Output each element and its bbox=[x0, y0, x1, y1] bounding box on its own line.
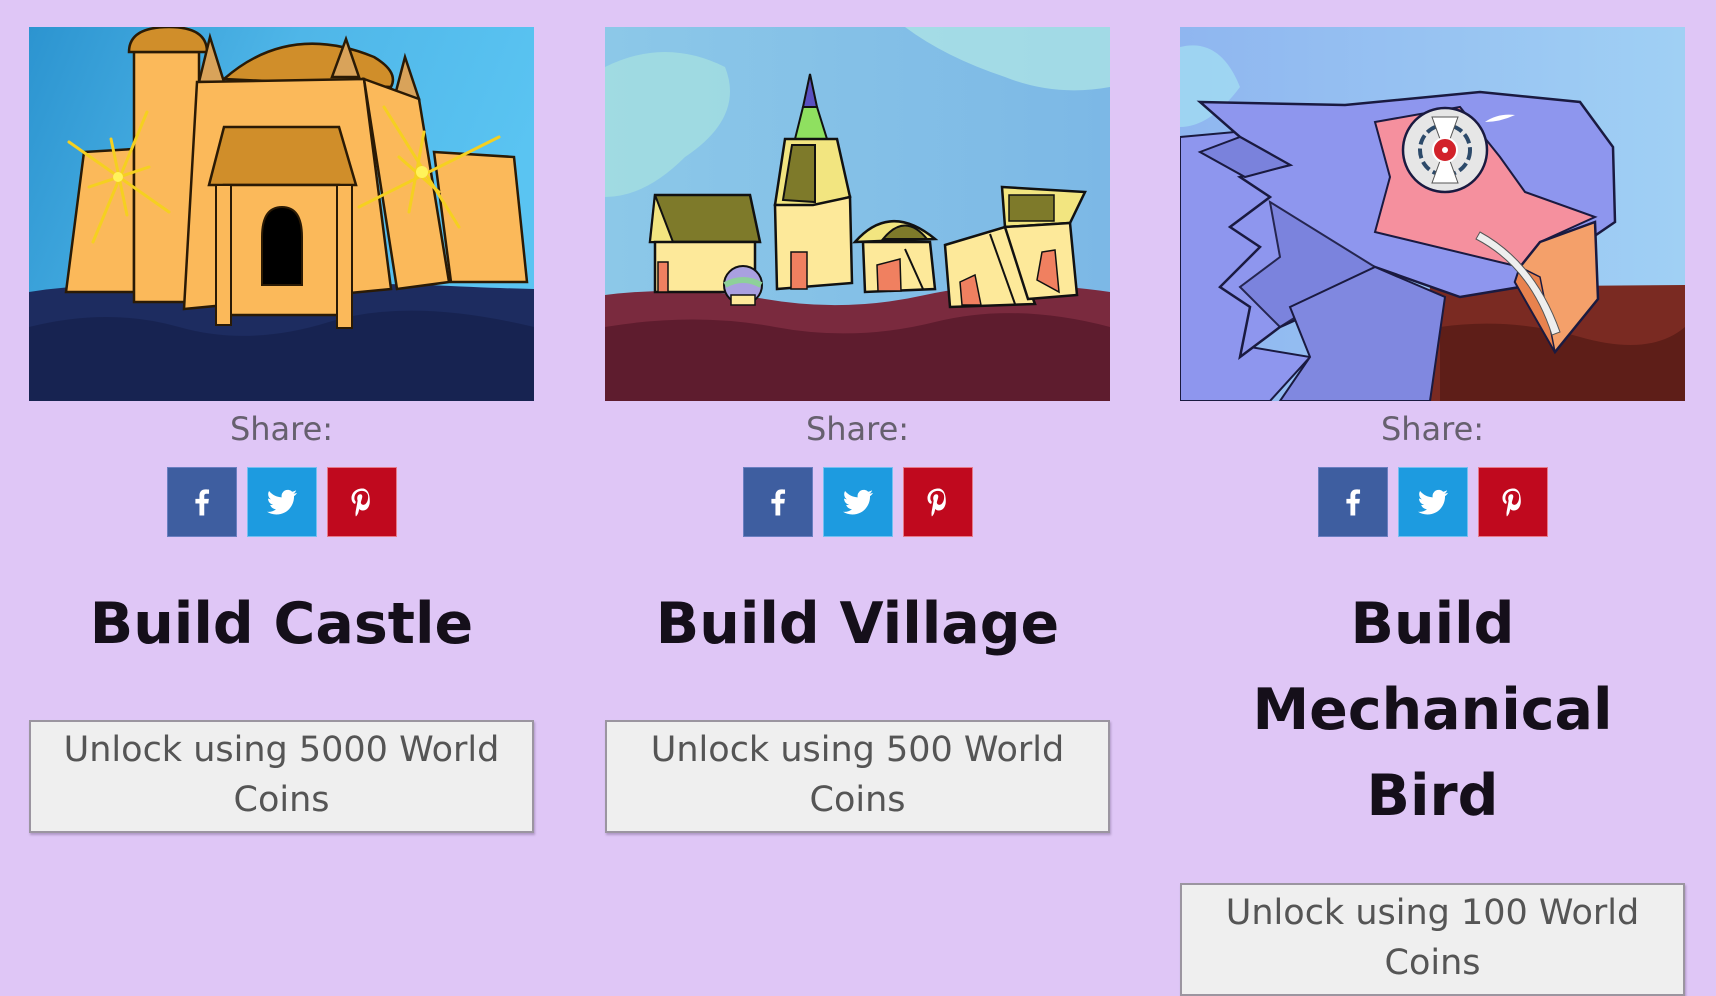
pinterest-icon bbox=[351, 488, 370, 517]
pinterest-share-button[interactable] bbox=[1477, 467, 1548, 537]
twitter-icon bbox=[1417, 489, 1448, 515]
facebook-share-button[interactable] bbox=[742, 467, 813, 537]
village-illustration bbox=[605, 27, 1110, 401]
castle-image[interactable] bbox=[29, 27, 534, 401]
card-title: Build Village bbox=[655, 591, 1060, 657]
card-build-village: Share: Build Village Unlock using 500 Wo… bbox=[605, 27, 1110, 833]
facebook-icon bbox=[194, 489, 209, 516]
twitter-share-button[interactable] bbox=[1397, 467, 1468, 537]
pinterest-share-button[interactable] bbox=[902, 467, 973, 537]
twitter-share-button[interactable] bbox=[822, 467, 893, 537]
share-buttons bbox=[605, 467, 1110, 537]
facebook-icon bbox=[1345, 489, 1360, 516]
twitter-icon bbox=[842, 489, 873, 515]
mechanical-bird-illustration bbox=[1180, 27, 1685, 401]
card-build-mechanical-bird: Share: Build Mechanical Bird Unlock usin… bbox=[1180, 27, 1685, 996]
facebook-icon bbox=[770, 489, 785, 516]
facebook-share-button[interactable] bbox=[1317, 467, 1388, 537]
share-buttons bbox=[1180, 467, 1685, 537]
mechanical-bird-image[interactable] bbox=[1180, 27, 1685, 401]
card-title: Build Mechanical Bird bbox=[1252, 591, 1613, 829]
unlock-village-button[interactable]: Unlock using 500 World Coins bbox=[605, 720, 1110, 833]
pinterest-icon bbox=[927, 488, 946, 517]
pinterest-icon bbox=[1502, 488, 1521, 517]
twitter-share-button[interactable] bbox=[246, 467, 317, 537]
share-label: Share: bbox=[805, 410, 910, 448]
facebook-share-button[interactable] bbox=[166, 467, 237, 537]
share-buttons bbox=[29, 467, 534, 537]
village-image[interactable] bbox=[605, 27, 1110, 401]
castle-illustration bbox=[29, 27, 534, 401]
twitter-icon bbox=[266, 489, 297, 515]
share-label: Share: bbox=[1380, 410, 1485, 448]
card-build-castle: Share: Build Castle Unlock using 5000 Wo… bbox=[29, 27, 534, 833]
pinterest-share-button[interactable] bbox=[326, 467, 397, 537]
unlock-mechanical-bird-button[interactable]: Unlock using 100 World Coins bbox=[1180, 883, 1685, 996]
card-title: Build Castle bbox=[89, 591, 474, 657]
share-label: Share: bbox=[229, 410, 334, 448]
unlock-castle-button[interactable]: Unlock using 5000 World Coins bbox=[29, 720, 534, 833]
